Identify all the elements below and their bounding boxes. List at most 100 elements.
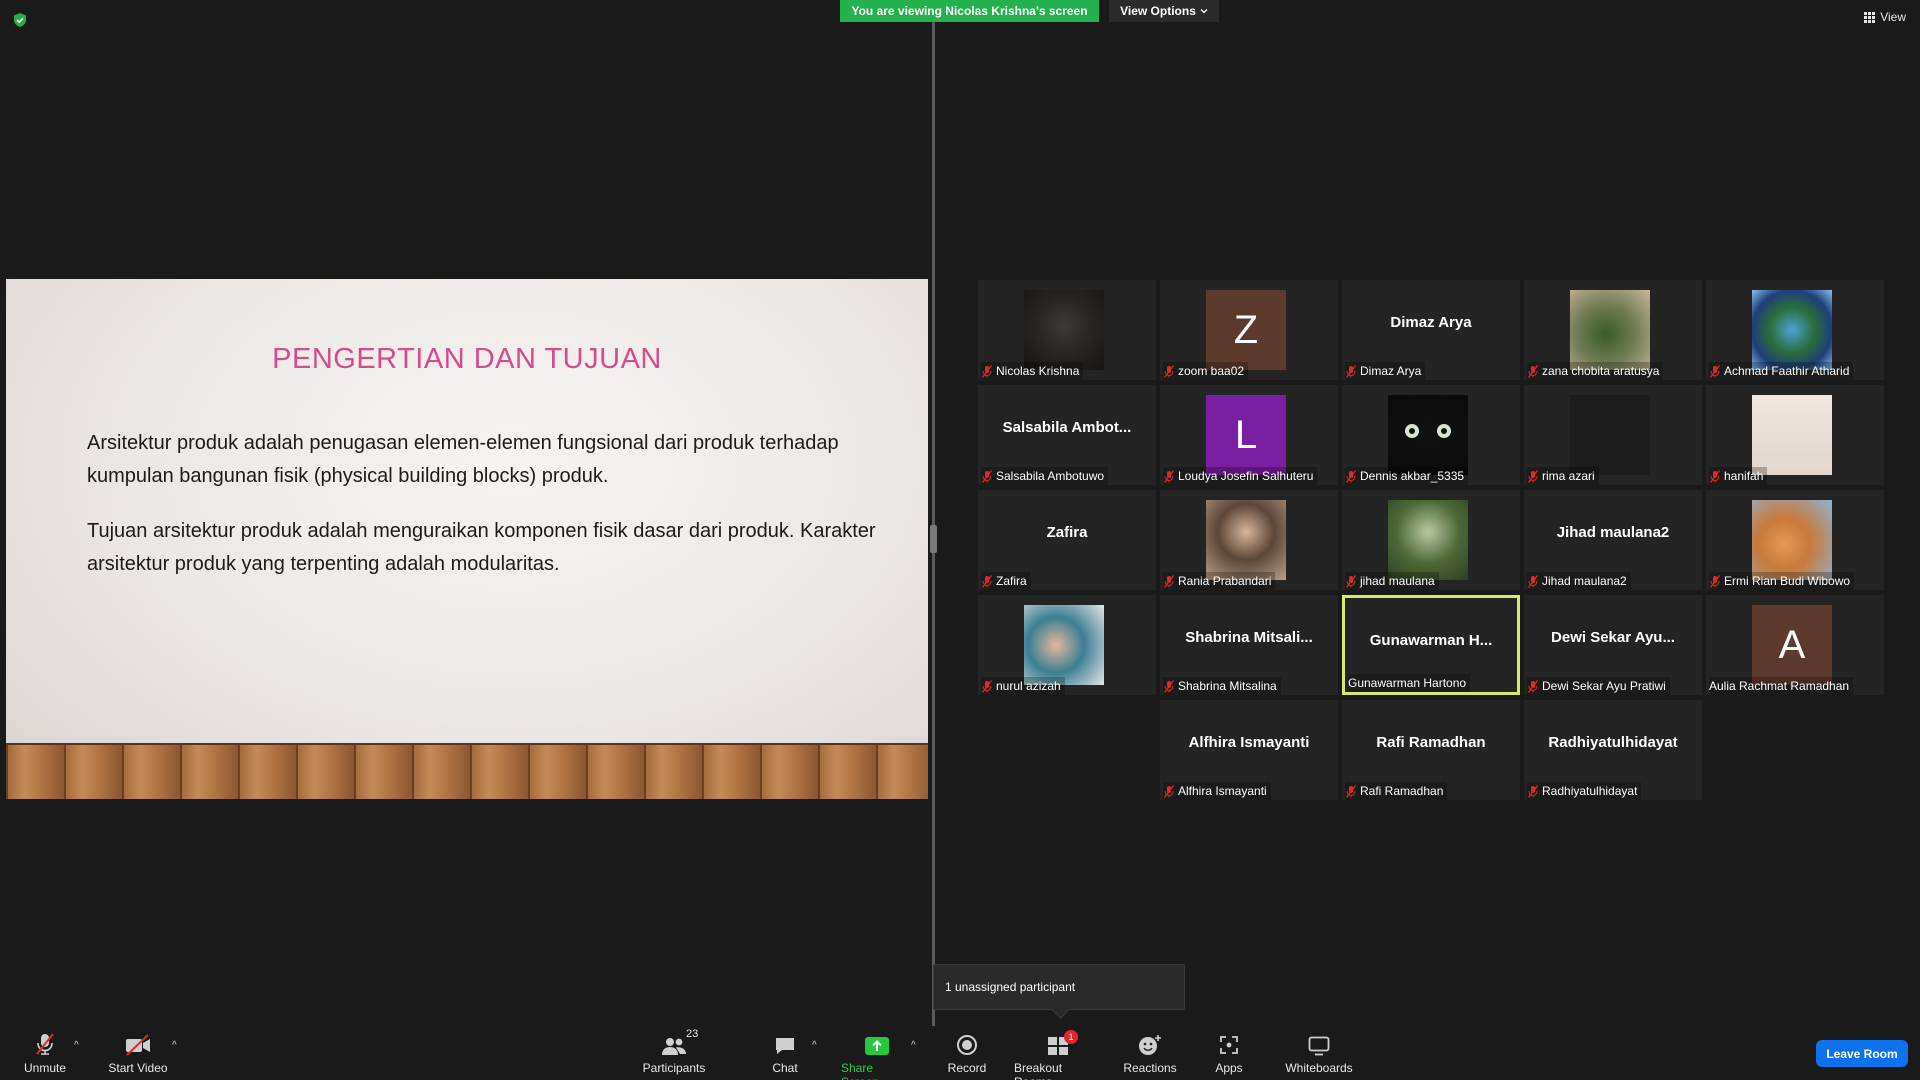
muted-mic-icon — [1345, 784, 1357, 798]
participant-tile[interactable]: zana chobita aratusya — [1524, 280, 1702, 380]
participant-tile[interactable]: Dimaz Arya Dimaz Arya — [1342, 280, 1520, 380]
apps-button[interactable]: Apps — [1214, 1032, 1244, 1075]
muted-mic-icon — [1709, 364, 1721, 378]
participant-tile[interactable]: A Aulia Rachmat Ramadhan — [1706, 595, 1884, 695]
view-options-label: View Options — [1120, 4, 1196, 18]
participant-caption: Rania Prabandari — [1163, 572, 1276, 590]
shared-screen-slide: PENGERTIAN DAN TUJUAN Arsitektur produk … — [6, 279, 928, 799]
participant-name: zana chobita aratusya — [1542, 364, 1660, 378]
participants-icon — [662, 1038, 686, 1055]
shield-icon[interactable] — [12, 12, 28, 28]
chat-button[interactable]: Chat — [770, 1032, 800, 1075]
participant-caption: rima azari — [1527, 467, 1599, 485]
muted-mic-icon — [1527, 784, 1539, 798]
muted-mic-icon — [981, 469, 993, 483]
participant-name: Achmad Faathir Atharid — [1724, 364, 1850, 378]
unmute-button[interactable]: Unmute — [22, 1032, 68, 1075]
participant-name: Ermi Rian Budi Wibowo — [1724, 574, 1851, 588]
split-divider[interactable] — [932, 22, 935, 1026]
muted-mic-icon — [1709, 469, 1721, 483]
participant-tile[interactable]: Zzoom baa02 — [1160, 280, 1338, 380]
muted-mic-icon — [1163, 469, 1175, 483]
participant-display-name: Shabrina Mitsali... — [1185, 629, 1313, 646]
participant-name: Zafira — [996, 574, 1027, 588]
cat-eyes-icon — [1405, 424, 1451, 438]
participant-caption: Salsabila Ambotuwo — [981, 467, 1109, 485]
participant-tile[interactable]: L Loudya Josefin Salhuteru — [1160, 385, 1338, 485]
muted-mic-icon — [1345, 469, 1357, 483]
muted-mic-icon — [1163, 784, 1175, 798]
participant-name: Shabrina Mitsalina — [1178, 679, 1277, 693]
participant-name: Gunawarman Hartono — [1348, 676, 1467, 690]
participant-tile[interactable]: Gunawarman H... Gunawarman Hartono — [1342, 595, 1520, 695]
reactions-label: Reactions — [1123, 1061, 1177, 1075]
participant-tile[interactable]: Alfhira Ismayanti Alfhira Ismayanti — [1160, 700, 1338, 800]
participant-tile[interactable]: hanifah — [1706, 385, 1884, 485]
reactions-button[interactable]: Reactions — [1123, 1032, 1177, 1075]
chevron-down-icon — [1200, 9, 1208, 14]
participant-tile[interactable]: Achmad Faathir Atharid — [1706, 280, 1884, 380]
participant-tile[interactable]: Nicolas Krishna — [978, 280, 1156, 380]
participant-tile[interactable]: Rania Prabandari — [1160, 490, 1338, 590]
muted-mic-icon — [1527, 574, 1539, 588]
participant-tile[interactable]: jihad maulana — [1342, 490, 1520, 590]
participant-name: Nicolas Krishna — [996, 364, 1080, 378]
participant-caption: zoom baa02 — [1163, 362, 1249, 380]
participant-name: Dennis akbar_5335 — [1360, 469, 1465, 483]
view-options-button[interactable]: View Options — [1109, 0, 1219, 22]
participant-video — [1752, 290, 1832, 370]
share-screen-button[interactable]: Share Screen — [841, 1032, 913, 1080]
chat-options-caret-icon[interactable]: ^ — [812, 1040, 817, 1051]
share-screen-label: Share Screen — [841, 1061, 879, 1080]
participant-caption: Dimaz Arya — [1345, 362, 1426, 380]
participant-display-name: Zafira — [1046, 524, 1088, 541]
participant-tile[interactable]: Shabrina Mitsali... Shabrina Mitsalina — [1160, 595, 1338, 695]
grid-view-icon — [1864, 11, 1876, 23]
participant-tile[interactable]: Dennis akbar_5335 — [1342, 385, 1520, 485]
participant-caption: Dewi Sekar Ayu Pratiwi — [1527, 677, 1670, 695]
reactions-smiley-icon — [1139, 1035, 1161, 1055]
start-video-label: Start Video — [108, 1061, 168, 1075]
whiteboards-button[interactable]: Whiteboards — [1283, 1032, 1355, 1075]
participant-tile[interactable]: Salsabila Ambot... Salsabila Ambotuwo — [978, 385, 1156, 485]
participant-tile[interactable]: nurul azizah — [978, 595, 1156, 695]
start-video-button[interactable]: Start Video — [106, 1032, 170, 1075]
breakout-rooms-button[interactable]: 1 Breakout Rooms — [1014, 1030, 1102, 1080]
view-layout-button[interactable]: View — [1864, 10, 1906, 24]
participant-tile[interactable]: Radhiyatulhidayat Radhiyatulhidayat — [1524, 700, 1702, 800]
participant-caption: Rafi Ramadhan — [1345, 782, 1448, 800]
participant-caption: Ermi Rian Budi Wibowo — [1709, 572, 1855, 590]
participant-video — [1752, 500, 1832, 580]
participant-name: Radhiyatulhidayat — [1542, 784, 1638, 798]
participant-avatar-letter: L — [1206, 395, 1286, 475]
participant-avatar-letter: A — [1752, 605, 1832, 685]
leave-room-button[interactable]: Leave Room — [1816, 1040, 1908, 1067]
participant-name: Rania Prabandari — [1178, 574, 1272, 588]
record-button[interactable]: Record — [947, 1032, 987, 1075]
participant-tile[interactable]: rima azari — [1524, 385, 1702, 485]
participant-name: Rafi Ramadhan — [1360, 784, 1444, 798]
zoom-meeting-window: You are viewing Nicolas Krishna's screen… — [0, 0, 1920, 1080]
participant-video — [1206, 500, 1286, 580]
participant-video — [1752, 395, 1832, 475]
unassigned-participant-tooltip[interactable]: 1 unassigned participant — [933, 964, 1185, 1010]
participant-tile[interactable]: Jihad maulana2 Jihad maulana2 — [1524, 490, 1702, 590]
participant-avatar-letter: Z — [1206, 290, 1286, 370]
participants-button[interactable]: 23 Participants — [640, 1028, 708, 1075]
participant-video — [1570, 395, 1650, 475]
divider-drag-handle[interactable] — [930, 525, 937, 553]
video-options-caret-icon[interactable]: ^ — [172, 1040, 177, 1051]
audio-options-caret-icon[interactable]: ^ — [74, 1040, 79, 1051]
participant-name: hanifah — [1724, 469, 1764, 483]
participant-name: Salsabila Ambotuwo — [996, 469, 1105, 483]
participant-tile[interactable]: Ermi Rian Budi Wibowo — [1706, 490, 1884, 590]
participant-tile[interactable]: Dewi Sekar Ayu... Dewi Sekar Ayu Pratiwi — [1524, 595, 1702, 695]
participant-caption: Jihad maulana2 — [1527, 572, 1631, 590]
participant-name: rima azari — [1542, 469, 1595, 483]
whiteboards-label: Whiteboards — [1285, 1061, 1353, 1075]
share-screen-icon — [865, 1037, 889, 1055]
participant-tile[interactable]: Rafi Ramadhan Rafi Ramadhan — [1342, 700, 1520, 800]
participant-tile[interactable]: Zafira Zafira — [978, 490, 1156, 590]
share-options-caret-icon[interactable]: ^ — [911, 1040, 916, 1051]
participant-caption: Alfhira Ismayanti — [1163, 782, 1271, 800]
